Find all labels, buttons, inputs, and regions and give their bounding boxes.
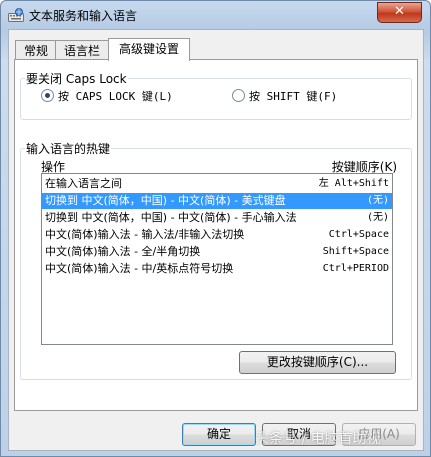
tab-language-bar[interactable]: 语言栏 <box>55 40 109 61</box>
list-item[interactable]: 切换到 中文(简体，中国) - 中文(简体) - 手心输入法 (无) <box>42 210 392 226</box>
advanced-key-settings-panel: 要关闭 Caps Lock 按 CAPS LOCK 键(L) 按 SHIFT 键… <box>14 59 418 411</box>
list-item[interactable]: 中文(简体)输入法 - 输入法/非输入法切换 Ctrl+Space <box>42 227 392 243</box>
change-key-sequence-button[interactable]: 更改按键顺序(C)... <box>239 351 396 374</box>
list-item-selected[interactable]: 切换到 中文(简体，中国) - 中文(简体) - 美式键盘 (无) <box>42 193 392 209</box>
close-icon: ✕ <box>394 4 405 19</box>
close-button[interactable]: ✕ <box>377 2 422 23</box>
tab-label: 语言栏 <box>63 44 100 58</box>
list-item[interactable]: 中文(简体)输入法 - 中/英标点符号切换 Ctrl+PERIOD <box>42 261 392 277</box>
hotkey-operation: 中文(简体)输入法 - 中/英标点符号切换 <box>45 262 234 275</box>
tab-label: 高级键设置 <box>118 42 179 56</box>
tab-advanced-key-settings[interactable]: 高级键设置 <box>108 38 190 61</box>
hotkeys-group-label: 输入语言的热键 <box>25 140 112 157</box>
keyboard-globe-icon <box>8 8 24 22</box>
hotkey-key: (无) <box>366 195 389 206</box>
dialog-client-area: 常规 语言栏 高级键设置 要关闭 Caps Lock 按 CAPS LOCK 键… <box>8 29 424 451</box>
window-title: 文本服务和输入语言 <box>29 9 138 23</box>
radio-unchecked-icon <box>232 89 245 102</box>
hotkey-key: (无) <box>366 212 389 223</box>
hotkey-operation: 切换到 中文(简体，中国) - 中文(简体) - 手心输入法 <box>45 211 297 224</box>
watermark-text: 头条号 / 电脑首助视 <box>255 431 381 447</box>
dialog-window: 文本服务和输入语言 ✕ 常规 语言栏 高级键设置 要关闭 Caps Lock 按… <box>0 0 431 457</box>
tab-label: 常规 <box>23 44 48 58</box>
hotkey-list[interactable]: 在输入语言之间 左 Alt+Shift 切换到 中文(简体，中国) - 中文(简… <box>41 173 393 345</box>
title-bar[interactable]: 文本服务和输入语言 ✕ <box>1 1 430 29</box>
caps-lock-group-label: 要关闭 Caps Lock <box>25 70 128 87</box>
list-item[interactable]: 中文(简体)输入法 - 全/半角切换 Shift+Space <box>42 244 392 260</box>
hotkey-operation: 在输入语言之间 <box>45 177 122 190</box>
ok-button[interactable]: 确定 <box>182 423 256 446</box>
shift-key-label: 按 SHIFT 键(F) <box>249 90 338 103</box>
hotkey-key: Ctrl+Space <box>328 229 389 240</box>
hotkey-operation: 中文(简体)输入法 - 全/半角切换 <box>45 245 201 258</box>
hotkey-key: 左 Alt+Shift <box>318 178 389 189</box>
shift-key-option[interactable]: 按 SHIFT 键(F) <box>232 88 337 104</box>
list-item[interactable]: 在输入语言之间 左 Alt+Shift <box>42 176 392 192</box>
radio-checked-icon <box>41 89 54 102</box>
hotkey-operation: 切换到 中文(简体，中国) - 中文(简体) - 美式键盘 <box>45 194 286 207</box>
hotkey-operation: 中文(简体)输入法 - 输入法/非输入法切换 <box>45 228 245 241</box>
caps-lock-key-option[interactable]: 按 CAPS LOCK 键(L) <box>41 88 173 104</box>
tab-general[interactable]: 常规 <box>15 40 57 61</box>
caps-lock-key-label: 按 CAPS LOCK 键(L) <box>58 90 173 103</box>
hotkey-key: Ctrl+PERIOD <box>322 263 389 274</box>
hotkey-key: Shift+Space <box>322 246 389 257</box>
